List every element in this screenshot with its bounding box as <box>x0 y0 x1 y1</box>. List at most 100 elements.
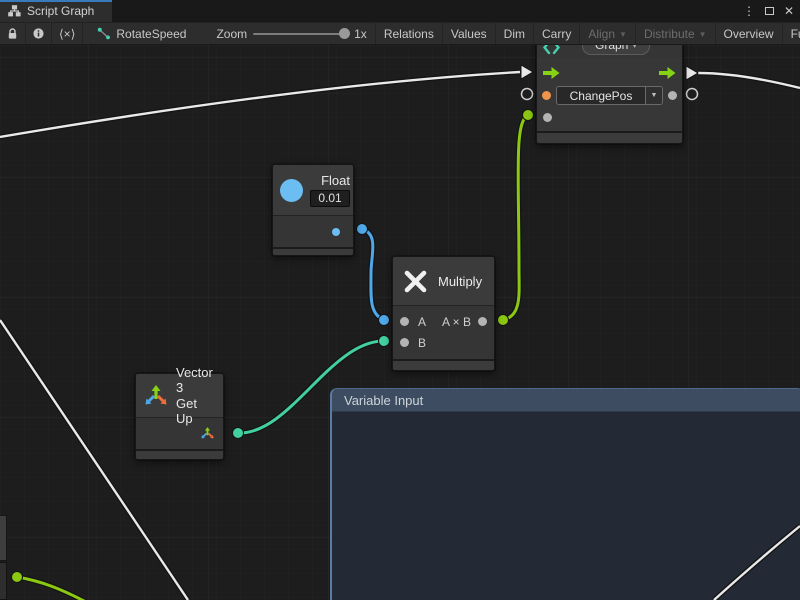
lock-button[interactable] <box>0 23 26 44</box>
script-graph-window: Script Graph ⋮ ✕ ⟨×⟩ <box>0 0 800 600</box>
multiply-output-port[interactable] <box>478 317 487 326</box>
multiply-node-header: Multiply <box>393 257 494 306</box>
tab-bar: Script Graph ⋮ ✕ <box>0 0 800 22</box>
graph-left-port-ring[interactable] <box>522 89 533 100</box>
flow-input-arrow-icon[interactable] <box>543 67 560 79</box>
graph-toolbar: ⟨×⟩ RotateSpeed Zoom 1x Relations Values… <box>0 22 800 45</box>
float-node-titles: Float 0.01 <box>310 173 350 207</box>
multiply-node[interactable]: Multiply A A × B B <box>392 256 495 371</box>
control-input-arrow[interactable] <box>521 65 533 79</box>
tab-active-accent <box>0 0 112 2</box>
wire-end-vector-output[interactable] <box>233 428 244 439</box>
zoom-control: Zoom 1x <box>196 23 374 44</box>
wire-end-offscreen-output[interactable] <box>12 572 23 583</box>
vector3-axes-icon <box>143 383 169 409</box>
overview-button[interactable]: Overview <box>715 23 782 44</box>
wire-control-in-outline <box>0 72 520 137</box>
window-close-icon[interactable]: ✕ <box>784 4 794 18</box>
graph-variable-row: ChangePos ▼ <box>542 84 677 107</box>
variable-input-group-body <box>332 412 800 600</box>
vector3-node-title: Vector 3 <box>176 365 216 395</box>
vector3-output-port[interactable] <box>200 426 215 441</box>
flow-output-arrow-icon[interactable] <box>659 67 676 79</box>
nested-graph-icon <box>543 45 560 55</box>
graph-node-header: Graph ▾ <box>537 45 682 58</box>
control-output-arrow[interactable] <box>686 66 698 80</box>
wire-diagonal[interactable] <box>0 320 188 600</box>
float-node-body <box>273 216 353 247</box>
values-button[interactable]: Values <box>442 23 495 44</box>
info-icon <box>33 27 44 40</box>
edit-code-button[interactable]: ⟨×⟩ <box>52 23 83 44</box>
vector3-node-footer <box>136 449 223 459</box>
graph-canvas[interactable]: Variable Input <box>0 45 800 600</box>
graph-node-footer <box>537 131 682 143</box>
zoom-slider-knob[interactable] <box>339 28 350 39</box>
variable-output-port[interactable] <box>668 91 677 100</box>
inspect-button[interactable] <box>26 23 52 44</box>
graph-header-dropdown[interactable]: Graph ▾ <box>582 45 650 55</box>
vector3-get-up-node[interactable]: Vector 3 Get Up <box>135 373 224 460</box>
multiply-node-body: A A × B B <box>393 306 494 359</box>
vector3-node-header: Vector 3 Get Up <box>136 374 223 418</box>
wire-control-in[interactable] <box>0 72 520 137</box>
zoom-label: Zoom <box>216 27 247 41</box>
distribute-dropdown-icon: ▼ <box>699 30 707 39</box>
graph-right-port-ring[interactable] <box>687 89 698 100</box>
dim-button[interactable]: Dim <box>495 23 533 44</box>
graph-hierarchy-icon <box>8 5 21 17</box>
breadcrumb[interactable]: RotateSpeed <box>83 23 196 44</box>
window-controls: ⋮ ✕ <box>743 0 794 22</box>
multiply-row-a: A A × B <box>400 311 487 332</box>
float-output-port[interactable] <box>332 228 340 236</box>
script-graph-asset-icon <box>97 27 111 40</box>
float-value-field[interactable]: 0.01 <box>310 190 350 207</box>
variable-input-group[interactable]: Variable Input <box>330 388 800 600</box>
variable-select[interactable]: ChangePos ▼ <box>556 86 663 105</box>
variable-select-value: ChangePos <box>557 87 645 104</box>
variable-input-port[interactable] <box>542 91 551 100</box>
align-button[interactable]: Align ▼ <box>579 23 635 44</box>
multiply-output-group: A × B <box>442 315 487 329</box>
relations-button[interactable]: Relations <box>375 23 442 44</box>
tab-script-graph[interactable]: Script Graph <box>0 0 112 22</box>
multiply-node-footer <box>393 359 494 370</box>
full-screen-button[interactable]: Full Screen <box>782 23 800 44</box>
variable-select-arrow-icon: ▼ <box>645 87 662 104</box>
wire-end-graph-input[interactable] <box>523 110 534 121</box>
window-maximize-icon[interactable] <box>765 7 774 15</box>
multiply-output-label: A × B <box>442 315 471 329</box>
zoom-slider[interactable] <box>253 33 348 35</box>
float-node[interactable]: Float 0.01 <box>272 164 354 256</box>
lock-icon <box>7 28 18 40</box>
wire-multiply-to-graph-outline <box>503 115 528 320</box>
wire-end-multiply-b[interactable] <box>379 336 390 347</box>
graph-header-dropdown-icon: ▾ <box>632 45 637 51</box>
group-title: Variable Input <box>344 393 423 408</box>
carry-button[interactable]: Carry <box>533 23 579 44</box>
zoom-value: 1x <box>354 27 367 41</box>
graph-unit-node[interactable]: Graph ▾ ChangePos ▼ <box>536 45 683 144</box>
breadcrumb-graph-name: RotateSpeed <box>116 27 186 41</box>
offscreen-node-sliver-body[interactable] <box>0 562 7 600</box>
window-menu-icon[interactable]: ⋮ <box>743 4 755 18</box>
wire-end-float-output[interactable] <box>357 224 368 235</box>
multiply-input-a-port[interactable] <box>400 317 409 326</box>
value-input-port[interactable] <box>543 113 552 122</box>
variable-input-group-header[interactable]: Variable Input <box>332 389 800 412</box>
multiply-x-icon <box>402 268 429 295</box>
wire-end-multiply-a[interactable] <box>379 315 390 326</box>
tab-title: Script Graph <box>27 4 94 18</box>
vector3-node-subtitle: Get Up <box>176 396 216 426</box>
graph-flow-row <box>542 62 677 84</box>
multiply-input-b-port[interactable] <box>400 338 409 347</box>
float-node-header: Float 0.01 <box>273 165 353 216</box>
graph-extra-row <box>542 107 677 128</box>
distribute-button[interactable]: Distribute ▼ <box>635 23 715 44</box>
wire-end-multiply-output[interactable] <box>498 315 509 326</box>
multiply-node-title: Multiply <box>438 274 482 289</box>
multiply-row-b: B <box>400 332 487 353</box>
wire-multiply-to-graph[interactable] <box>503 115 528 320</box>
align-dropdown-icon: ▼ <box>619 30 627 39</box>
offscreen-node-sliver[interactable] <box>0 515 7 561</box>
